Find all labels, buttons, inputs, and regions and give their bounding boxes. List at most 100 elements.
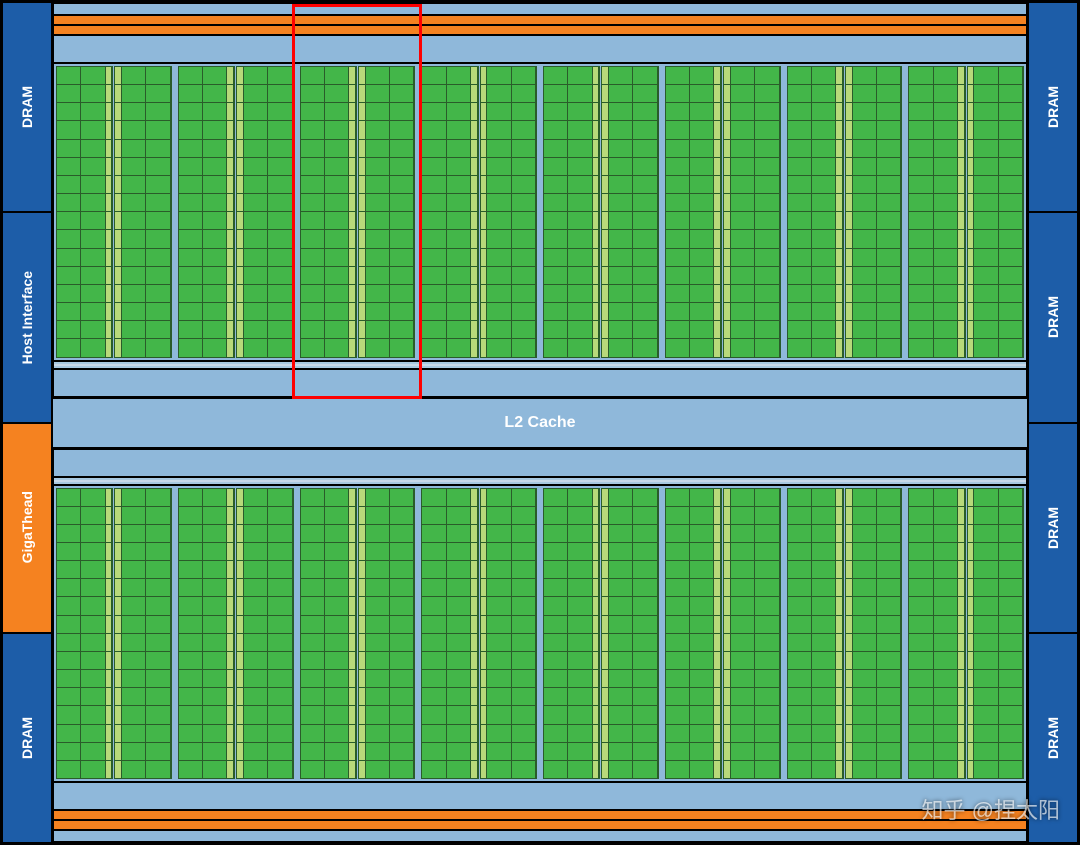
sm-row [301,194,356,212]
cuda-core [544,67,568,84]
cuda-core [609,670,633,687]
cuda-core [609,103,633,120]
cuda-core [731,706,755,723]
cuda-core [812,339,836,356]
cuda-core [666,634,690,651]
cuda-core [609,597,633,614]
cuda-core [934,525,958,542]
sm-row [422,634,477,652]
sm-unit [236,488,293,780]
ldst-unit [115,230,122,247]
ldst-unit [106,121,113,138]
sm-row [359,579,414,597]
cuda-core [934,761,958,778]
cuda-core [974,597,998,614]
sm-row [359,230,414,248]
ldst-unit [227,176,234,193]
sm-row [909,212,964,230]
cuda-core [812,249,836,266]
sm-row [422,158,477,176]
cuda-core [203,543,227,560]
sm-row [846,267,901,285]
ldst-unit [481,321,488,338]
ldst-unit [227,597,234,614]
sm-row [115,652,170,670]
cuda-core [909,634,933,651]
cuda-core [568,561,592,578]
cuda-core [690,176,714,193]
sm-row [359,67,414,85]
sm-row [846,688,901,706]
ldst-unit [593,176,600,193]
cuda-core [146,489,170,506]
sm-row [422,140,477,158]
sm-row [301,230,356,248]
ldst-unit [115,158,122,175]
cuda-core [447,339,471,356]
cuda-core [487,267,511,284]
ldst-unit [359,85,366,102]
cuda-core [544,652,568,669]
cuda-core [609,543,633,560]
cuda-core [268,706,292,723]
cuda-core [301,140,325,157]
dram-block: DRAM [1028,2,1078,212]
cuda-core [853,121,877,138]
sm-row [788,525,843,543]
ldst-unit [359,688,366,705]
ldst-unit [846,634,853,651]
sm-row [602,103,657,121]
cuda-core [934,176,958,193]
cuda-core [690,543,714,560]
ldst-unit [359,525,366,542]
ldst-unit [846,761,853,778]
sm-row [788,561,843,579]
sm-row [666,543,721,561]
cuda-core [999,267,1023,284]
cuda-core [544,616,568,633]
sm-row [301,489,356,507]
sm-row [666,140,721,158]
cuda-core [568,579,592,596]
cuda-core [487,285,511,302]
sm-row [909,158,964,176]
sm-row [359,561,414,579]
sm-row [422,303,477,321]
sm-row [115,670,170,688]
cuda-core [81,725,105,742]
cuda-core [325,688,349,705]
ldst-unit [237,543,244,560]
ldst-unit [724,85,731,102]
sm-row [788,725,843,743]
sm-row [909,543,964,561]
sm-row [115,267,170,285]
ldst-unit [968,670,975,687]
cuda-core [666,285,690,302]
sm-row [359,725,414,743]
cuda-core [512,725,536,742]
sm-row [968,579,1023,597]
ldst-unit [349,140,356,157]
ldst-unit [724,616,731,633]
sm-row [544,761,599,778]
ldst-unit [106,285,113,302]
ldst-unit [724,321,731,338]
cuda-core [568,249,592,266]
sm-row [481,725,536,743]
sm-row [237,103,292,121]
cuda-core [690,267,714,284]
cuda-core [544,85,568,102]
cuda-core [999,725,1023,742]
cuda-core [877,285,901,302]
cuda-core [390,688,414,705]
ldst-unit [836,725,843,742]
cuda-core [512,212,536,229]
ldst-unit [602,212,609,229]
sm-row [909,616,964,634]
cuda-core [512,706,536,723]
ldst-unit [481,339,488,356]
cuda-core [853,561,877,578]
sm-row [909,121,964,139]
cuda-core [146,285,170,302]
cuda-core [244,194,268,211]
